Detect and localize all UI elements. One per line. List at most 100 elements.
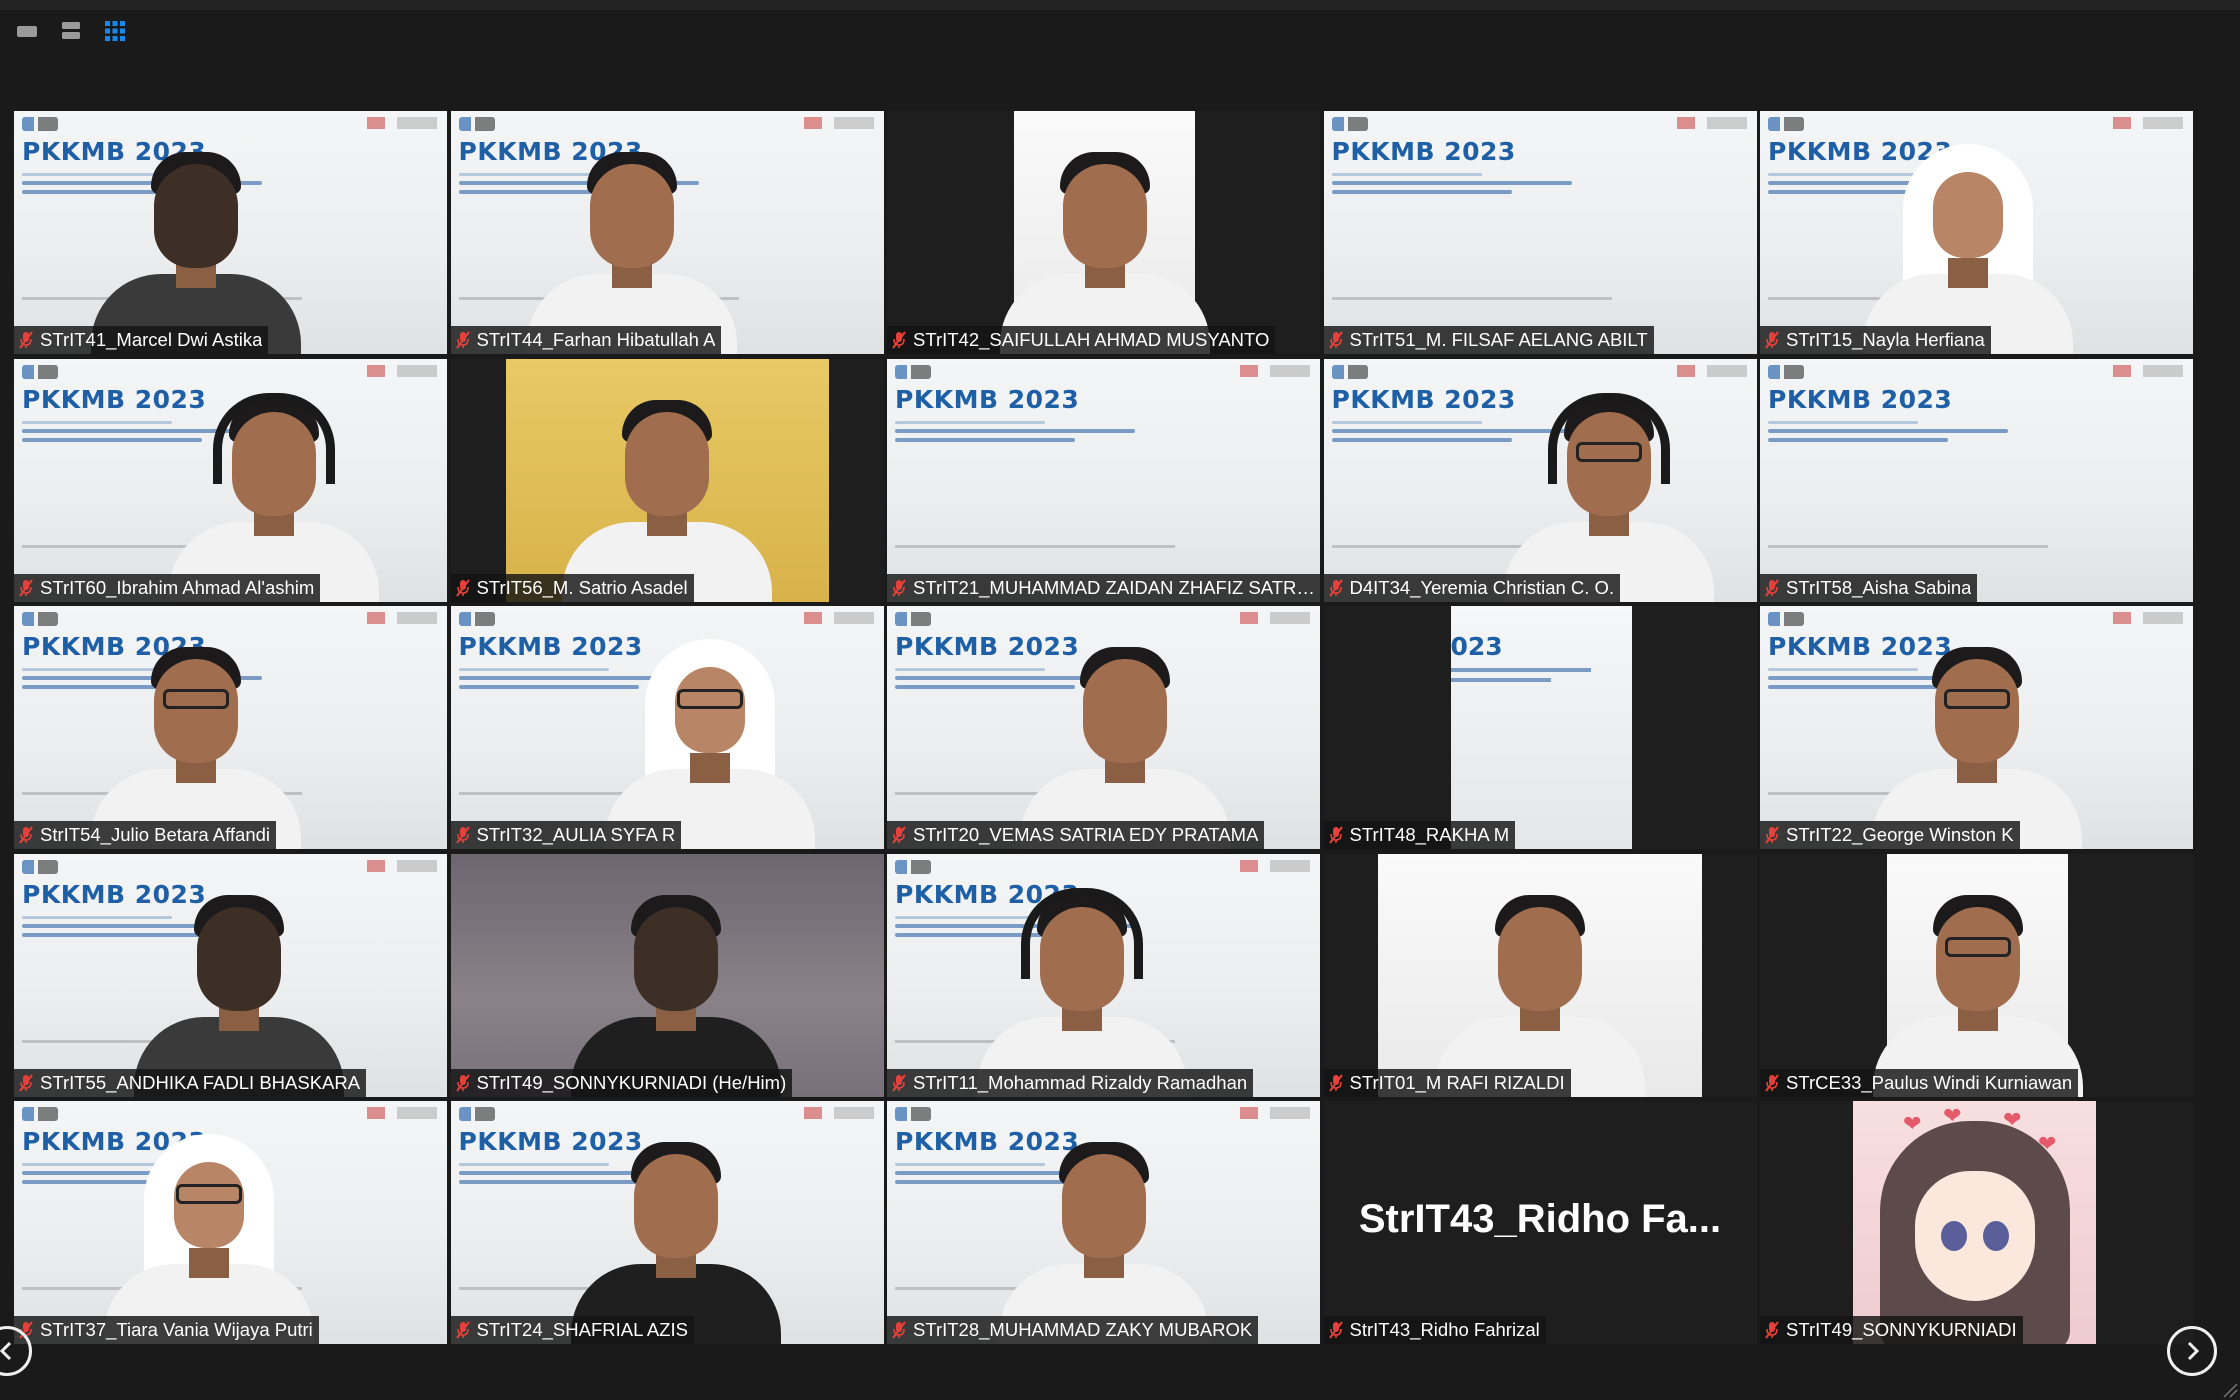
participant-name-tag: D4IT34_Yeremia Christian C. O. [1323, 573, 1621, 602]
participant-tile[interactable]: StrIT43_Ridho Fa... StrIT43_Ridho Fahriza… [1323, 1101, 1757, 1344]
participant-video-figure [976, 867, 1187, 1097]
participant-tile[interactable]: PKKMB 2023 STrIT28_MUHAMMAD ZAKY MUBAROK [887, 1101, 1320, 1344]
participant-name: STrIT24_SHAFRIAL AZIS [476, 1319, 688, 1340]
participant-name: STrIT58_Aisha Sabina [1786, 576, 1972, 598]
participant-video-figure [1872, 867, 2083, 1097]
muted-mic-icon [19, 578, 33, 597]
participant-tile[interactable]: PKKMB 2023 STrIT24_SHAFRIAL AZIS [450, 1101, 884, 1344]
participant-name-tag: STrIT28_MUHAMMAD ZAKY MUBAROK [887, 1316, 1259, 1344]
participant-name-tag: STrIT21_MUHAMMAD ZAIDAN ZHAFIZ SATRI... [887, 573, 1320, 602]
muted-mic-icon [455, 1321, 470, 1339]
participant-name: StrIT54_Julio Betara Affandi [40, 824, 271, 845]
participant-name-tag: STrIT24_SHAFRIAL AZIS [450, 1316, 694, 1344]
participant-tile[interactable]: 023 STrIT48_RAKHA M [1323, 606, 1757, 849]
participant-tile[interactable]: PKKMB 2023 STrIT55_ANDHIKA FADLI BHASKARA [14, 853, 447, 1097]
video-feed: ❤ ❤ ❤ ❤ [1853, 1101, 2096, 1344]
participant-name-tag: STrIT55_ANDHIKA FADLI BHASKARA [14, 1068, 367, 1097]
participant-tile[interactable]: PKKMB 2023 STrIT22_George Winston K [1760, 606, 2193, 849]
muted-mic-icon [1328, 578, 1343, 597]
muted-mic-icon [1765, 1073, 1779, 1092]
participant-video-figure [1504, 372, 1715, 602]
participant-tile[interactable]: PKKMB 2023 STrIT11_Mohammad Rizaldy Ramad… [887, 853, 1320, 1097]
gallery-grid-view-button[interactable] [100, 18, 130, 44]
participant-tile[interactable]: PKKMB 2023 STrIT15_Nayla Herfiana [1760, 111, 2193, 354]
participant-tile[interactable]: PKKMB 2023 STrIT41_Marcel Dwi Astika [14, 111, 447, 354]
participant-name: STrIT42_SAIFULLAH AHMAD MUSYANTO [913, 329, 1270, 350]
participant-name-tag: STrIT56_M. Satrio Asadel [450, 573, 694, 602]
participant-tile[interactable]: ❤ ❤ ❤ ❤ STrIT49_SONNYKURNIADI [1760, 1101, 2193, 1344]
participant-tile[interactable]: PKKMB 2023 STrIT44_Farhan Hibatullah A [450, 111, 884, 354]
participant-name: StrIT43_Ridho Fahrizal [1349, 1319, 1540, 1340]
next-page-button[interactable] [2167, 1326, 2217, 1376]
participant-name-tag: STrIT41_Marcel Dwi Astika [14, 326, 269, 354]
participant-name-tag: StrIT43_Ridho Fahrizal [1323, 1316, 1546, 1344]
gallery-grid-icon [105, 21, 125, 41]
participant-name: STrCE33_Paulus Windi Kurniawan [1786, 1071, 2073, 1093]
participant-video-figure [1871, 619, 2082, 849]
gallery-strip-icon [62, 22, 80, 39]
muted-mic-icon [1765, 1321, 1779, 1339]
participant-name: STrIT20_VEMAS SATRIA EDY PRATAMA [913, 824, 1259, 845]
participant-name-tag: STrIT32_AULIA SYFA R [450, 821, 682, 849]
participant-tile[interactable]: PKKMB 2023 StrIT54_Julio Betara Affandi [14, 606, 447, 849]
video-feed: PKKMB 2023 [1760, 358, 2193, 602]
participant-video-figure [527, 124, 738, 354]
participant-tile[interactable]: PKKMB 2023 STrIT37_Tiara Vania Wijaya Put… [14, 1101, 447, 1344]
slide-title: PKKMB 2023 [895, 632, 1080, 661]
chevron-left-icon [0, 1341, 12, 1361]
participant-name-tag: STrIT60_Ibrahim Ahmad Al'ashim [14, 573, 321, 602]
muted-mic-icon [892, 1321, 906, 1339]
participant-video-figure [570, 867, 781, 1097]
participant-name: STrIT15_Nayla Herfiana [1786, 329, 1985, 350]
participant-name: STrIT01_M RAFI RIZALDI [1349, 1071, 1565, 1093]
speaker-view-button[interactable] [12, 18, 42, 44]
muted-mic-icon [1765, 578, 1779, 597]
participant-name: STrIT32_AULIA SYFA R [476, 824, 676, 845]
participant-tile[interactable]: PKKMB 2023 STrIT20_VEMAS SATRIA EDY PRATA… [887, 606, 1320, 849]
muted-mic-icon [19, 1073, 33, 1092]
participant-video-figure [998, 1114, 1209, 1344]
participant-name: STrIT55_ANDHIKA FADLI BHASKARA [40, 1071, 361, 1093]
chevron-right-icon [2187, 1341, 2200, 1361]
muted-mic-icon [1765, 331, 1779, 349]
participant-tile[interactable]: PKKMB 2023 D4IT34_Yeremia Christian C. O. [1323, 358, 1757, 602]
window-top-bar [0, 0, 2240, 10]
video-feed: PKKMB 2023 [1323, 111, 1757, 354]
participant-video-figure [1434, 867, 1645, 1097]
participant-tile[interactable]: STrIT49_SONNYKURNIADI (He/Him) [450, 853, 884, 1097]
participant-name-tag: STrIT58_Aisha Sabina [1760, 573, 1978, 602]
participant-name: STrIT11_Mohammad Rizaldy Ramadhan [913, 1071, 1248, 1093]
participant-tile[interactable]: PKKMB 2023 STrIT51_M. FILSAF AELANG ABILT [1323, 111, 1757, 354]
participant-grid: PKKMB 2023 STrIT41_Marcel Dwi Astika PKKMB… [14, 111, 2193, 1344]
participant-name-tag: STrIT49_SONNYKURNIADI (He/Him) [450, 1068, 793, 1097]
participant-name: STrIT49_SONNYKURNIADI [1786, 1319, 2017, 1340]
participant-name: STrIT37_Tiara Vania Wijaya Putri [40, 1319, 313, 1340]
participant-name-tag: STrIT01_M RAFI RIZALDI [1323, 1068, 1571, 1097]
participant-name: STrIT28_MUHAMMAD ZAKY MUBAROK [913, 1319, 1253, 1340]
participant-tile[interactable]: PKKMB 2023 STrIT60_Ibrahim Ahmad Al'ashim [14, 358, 447, 602]
participant-name-tag: STrIT51_M. FILSAF AELANG ABILT [1323, 326, 1654, 354]
muted-mic-icon [1328, 1321, 1343, 1339]
participant-video-figure [1862, 124, 2073, 354]
muted-mic-icon [455, 1073, 470, 1092]
participant-name: STrIT41_Marcel Dwi Astika [40, 329, 263, 350]
video-feed: PKKMB 2023 [887, 358, 1320, 602]
gallery-strip-view-button[interactable] [56, 18, 86, 44]
participant-name: STrIT51_M. FILSAF AELANG ABILT [1349, 329, 1648, 350]
muted-mic-icon [455, 331, 470, 349]
participant-tile[interactable]: STrCE33_Paulus Windi Kurniawan [1760, 853, 2193, 1097]
participant-name: D4IT34_Yeremia Christian C. O. [1349, 576, 1615, 598]
participant-tile[interactable]: STrIT01_M RAFI RIZALDI [1323, 853, 1757, 1097]
muted-mic-icon [892, 1073, 906, 1092]
muted-mic-icon [19, 331, 33, 349]
participant-tile[interactable]: PKKMB 2023 STrIT58_Aisha Sabina [1760, 358, 2193, 602]
participant-video-figure [134, 867, 345, 1097]
slide-title: PKKMB 2023 [1331, 137, 1516, 166]
resize-grip-icon[interactable] [2220, 1380, 2238, 1398]
participant-tile[interactable]: STrIT56_M. Satrio Asadel [450, 358, 884, 602]
participant-tile[interactable]: PKKMB 2023 STrIT21_MUHAMMAD ZAIDAN ZHAFIZ… [887, 358, 1320, 602]
muted-mic-icon [892, 331, 906, 349]
participant-name: STrIT60_Ibrahim Ahmad Al'ashim [40, 576, 315, 598]
participant-tile[interactable]: STrIT42_SAIFULLAH AHMAD MUSYANTO [887, 111, 1320, 354]
participant-tile[interactable]: PKKMB 2023 STrIT32_AULIA SYFA R [450, 606, 884, 849]
